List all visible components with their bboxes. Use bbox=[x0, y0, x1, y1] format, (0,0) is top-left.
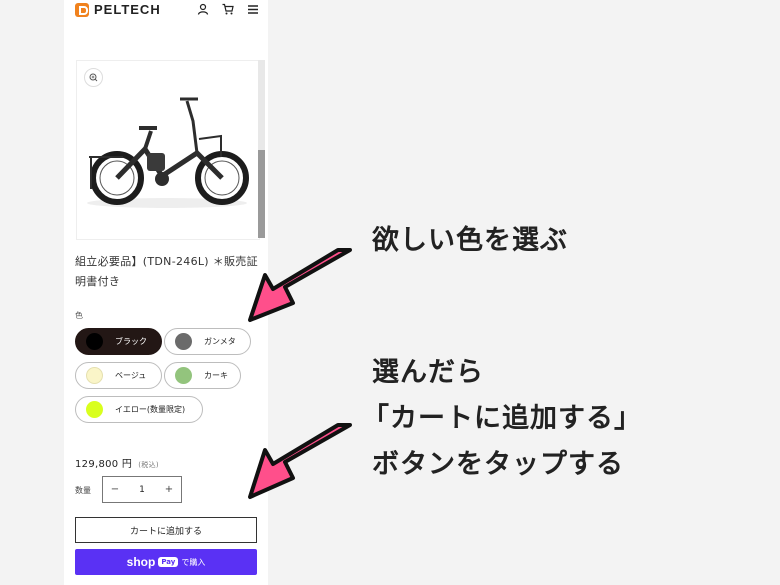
color-label: ガンメタ bbox=[204, 337, 236, 346]
color-option-beige[interactable]: ベージュ bbox=[75, 362, 162, 389]
color-dot bbox=[86, 401, 103, 418]
color-label: イエロー(数量限定) bbox=[115, 405, 186, 414]
gallery-scrollbar[interactable] bbox=[258, 60, 265, 238]
color-dot bbox=[175, 367, 192, 384]
shop-pay-label: で購入 bbox=[181, 557, 206, 567]
shop-pay-button[interactable]: shop Pay で購入 bbox=[75, 549, 257, 575]
arrow-to-cart-button bbox=[248, 423, 352, 499]
quantity-stepper: − 1 + bbox=[102, 476, 182, 503]
annotation-line-2: 「カートに追加する」 bbox=[362, 403, 642, 434]
brand-logo[interactable]: PELTECH bbox=[75, 2, 161, 17]
bike-image bbox=[87, 97, 249, 208]
shop-pay-chip: Pay bbox=[158, 557, 179, 567]
color-option-khaki[interactable]: カーキ bbox=[164, 362, 241, 389]
quantity-input[interactable]: 1 bbox=[127, 485, 157, 495]
user-icon[interactable] bbox=[197, 3, 209, 15]
color-label: カーキ bbox=[204, 371, 228, 380]
annotation-pick-color: 欲しい色を選ぶ bbox=[372, 225, 568, 256]
color-dot bbox=[86, 367, 103, 384]
color-label: ブラック bbox=[115, 337, 147, 346]
site-header: PELTECH bbox=[64, 0, 268, 22]
shop-pay-logo: shop bbox=[126, 555, 156, 569]
quantity-label: 数量 bbox=[75, 486, 91, 495]
price-tax-note: (税込) bbox=[138, 461, 159, 469]
color-option-yellow[interactable]: イエロー(数量限定) bbox=[75, 396, 203, 423]
add-to-cart-button[interactable]: カートに追加する bbox=[75, 517, 257, 543]
product-image-gallery[interactable] bbox=[76, 60, 260, 240]
menu-icon[interactable] bbox=[247, 3, 259, 15]
color-label: ベージュ bbox=[115, 371, 147, 380]
price-amount: 129,800 円 bbox=[75, 459, 133, 470]
product-price: 129,800 円 (税込) bbox=[75, 455, 159, 470]
brand-name: PELTECH bbox=[94, 2, 161, 17]
quantity-minus-button[interactable]: − bbox=[103, 484, 127, 495]
arrow-to-color-options bbox=[248, 248, 352, 322]
cart-icon[interactable] bbox=[222, 3, 234, 15]
color-dot bbox=[175, 333, 192, 350]
quantity-plus-button[interactable]: + bbox=[157, 484, 181, 495]
color-dot bbox=[86, 333, 103, 350]
annotation-line-3: ボタンをタップする bbox=[372, 449, 624, 480]
product-title: 組立必要品】(TDN-246L) ＊販売証明書付き bbox=[75, 255, 258, 288]
color-option-black[interactable]: ブラック bbox=[75, 328, 162, 355]
annotation-line-1: 選んだら bbox=[372, 357, 484, 388]
color-option-label: 色 bbox=[75, 311, 83, 320]
logo-mark-icon bbox=[75, 2, 89, 17]
